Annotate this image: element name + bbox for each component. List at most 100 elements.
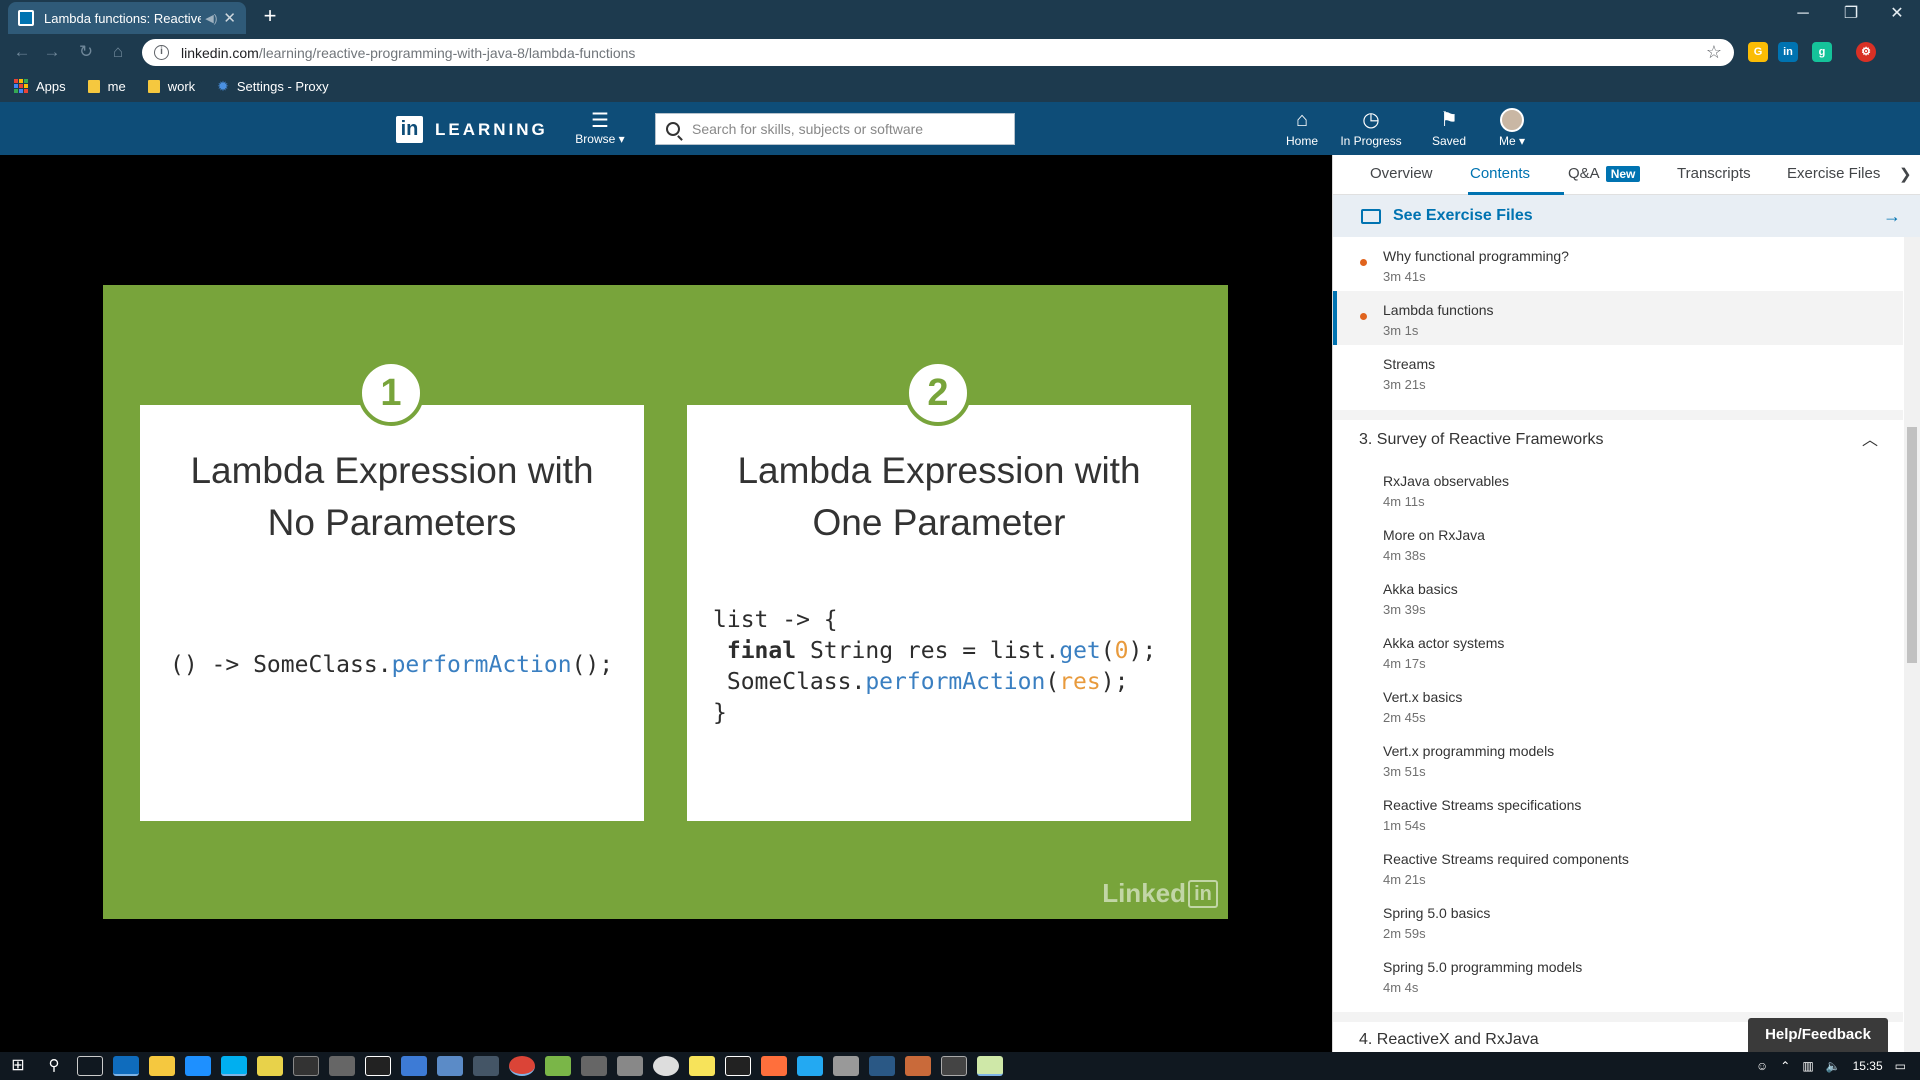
tabs-scroll-right-icon[interactable]: ❯ xyxy=(1899,165,1912,183)
git-icon[interactable] xyxy=(257,1056,283,1076)
tab-exercise-files[interactable]: Exercise Files xyxy=(1787,165,1880,182)
home-icon: ⌂ xyxy=(1295,109,1309,131)
vscode-icon[interactable] xyxy=(797,1056,823,1076)
app-icon[interactable] xyxy=(473,1056,499,1076)
code-line: } xyxy=(713,700,727,726)
app-icon[interactable] xyxy=(401,1056,427,1076)
video-title: Reactive Streams required components xyxy=(1383,851,1629,867)
bookmark-apps[interactable]: Apps xyxy=(14,79,66,94)
home-browser-icon[interactable]: ⌂ xyxy=(106,40,130,64)
windows-start-icon[interactable]: ⊞ xyxy=(5,1056,31,1076)
app-icon[interactable] xyxy=(617,1056,643,1076)
video-item[interactable]: Vert.x basics 2m 45s xyxy=(1333,678,1903,732)
app-icon[interactable] xyxy=(581,1056,607,1076)
outlook-icon[interactable] xyxy=(113,1056,139,1076)
video-item[interactable]: Akka basics 3m 39s xyxy=(1333,570,1903,624)
volume-icon[interactable]: 🔈 xyxy=(1826,1059,1841,1073)
chrome-icon[interactable] xyxy=(509,1056,535,1076)
video-item[interactable]: RxJava observables 4m 11s xyxy=(1333,462,1903,516)
scrollbar-thumb[interactable] xyxy=(1907,427,1917,663)
video-item[interactable]: Spring 5.0 programming models 4m 4s xyxy=(1333,948,1903,1002)
app-icon[interactable] xyxy=(545,1056,571,1076)
search-taskbar-icon[interactable]: ⚲ xyxy=(41,1056,67,1076)
app-icon[interactable] xyxy=(761,1056,787,1076)
notepad-icon[interactable] xyxy=(977,1056,1003,1076)
app-icon[interactable] xyxy=(905,1056,931,1076)
folder-open-icon xyxy=(1361,208,1381,224)
bookmark-settings-proxy[interactable]: ✹ Settings - Proxy xyxy=(217,78,329,95)
tab-transcripts[interactable]: Transcripts xyxy=(1677,165,1751,182)
chapter-heading[interactable]: 3. Survey of Reactive Frameworks xyxy=(1359,431,1604,449)
nav-me[interactable]: Me ▾ xyxy=(1487,108,1537,148)
linkedin-learning-logo[interactable]: in LEARNING xyxy=(396,116,548,143)
close-tab-icon[interactable]: ✕ xyxy=(223,9,236,27)
internet-explorer-icon[interactable] xyxy=(185,1056,211,1076)
back-icon[interactable]: ← xyxy=(10,40,34,64)
video-item[interactable]: Reactive Streams required components 4m … xyxy=(1333,840,1903,894)
browse-menu-button[interactable]: ☰ Browse ▾ xyxy=(572,110,628,146)
see-exercise-files-link[interactable]: See Exercise Files → xyxy=(1333,195,1920,237)
intellij-icon[interactable] xyxy=(365,1056,391,1076)
search-input[interactable]: Search for skills, subjects or software xyxy=(655,113,1015,145)
forward-icon[interactable]: → xyxy=(40,40,64,64)
video-item-current[interactable]: Lambda functions 3m 1s xyxy=(1333,291,1903,345)
bookmark-work[interactable]: work xyxy=(147,79,195,94)
app-icon[interactable] xyxy=(653,1056,679,1076)
network-icon[interactable]: ▥ xyxy=(1802,1059,1813,1073)
tab-qa[interactable]: Q&A New xyxy=(1568,165,1641,182)
video-player[interactable]: Lambda Expression with No Parameters () … xyxy=(0,155,1332,1052)
nav-saved[interactable]: ⚑ Saved xyxy=(1424,108,1474,148)
address-bar[interactable]: i linkedin.com/learning/reactive-program… xyxy=(142,39,1734,66)
extension-linkedin-icon[interactable]: in xyxy=(1778,42,1798,62)
file-explorer-icon[interactable] xyxy=(149,1056,175,1076)
video-title: Reactive Streams specifications xyxy=(1383,797,1582,813)
tab-contents[interactable]: Contents xyxy=(1470,165,1530,182)
close-window-icon[interactable]: ✕ xyxy=(1874,0,1920,30)
reload-icon[interactable]: ↻ xyxy=(74,40,98,64)
video-item[interactable]: Spring 5.0 basics 2m 59s xyxy=(1333,894,1903,948)
app-icon[interactable] xyxy=(329,1056,355,1076)
video-duration: 3m 39s xyxy=(1383,602,1426,617)
app-icon[interactable] xyxy=(725,1056,751,1076)
new-tab-button[interactable]: + xyxy=(258,4,282,28)
restore-window-icon[interactable]: ❐ xyxy=(1828,0,1874,30)
folder-icon xyxy=(87,79,100,93)
site-info-icon[interactable]: i xyxy=(154,45,169,60)
video-item[interactable]: Akka actor systems 4m 17s xyxy=(1333,624,1903,678)
terminal-icon[interactable] xyxy=(293,1056,319,1076)
sidebar-scrollbar[interactable] xyxy=(1904,237,1920,1052)
mute-tab-icon[interactable]: ◀) xyxy=(205,12,217,25)
notifications-icon[interactable]: ▭ xyxy=(1895,1059,1906,1073)
bookmark-label: me xyxy=(107,78,126,94)
task-view-icon[interactable] xyxy=(77,1056,103,1076)
virtualbox-icon[interactable] xyxy=(437,1056,463,1076)
sticky-notes-icon[interactable] xyxy=(689,1056,715,1076)
help-feedback-button[interactable]: Help/Feedback xyxy=(1748,1018,1888,1052)
video-item[interactable]: Vert.x programming models 3m 51s xyxy=(1333,732,1903,786)
code-method: get xyxy=(1059,638,1101,664)
show-hidden-icons-icon[interactable]: ⌃ xyxy=(1780,1059,1790,1073)
video-duration: 3m 51s xyxy=(1383,764,1426,779)
video-item[interactable]: Streams 3m 21s xyxy=(1333,345,1903,399)
app-icon[interactable] xyxy=(941,1056,967,1076)
extension-google-icon[interactable]: G xyxy=(1748,42,1768,62)
chevron-up-icon[interactable]: ︿ xyxy=(1862,426,1878,450)
extension-profile-icon[interactable]: ⚙ xyxy=(1856,42,1876,62)
app-icon[interactable] xyxy=(869,1056,895,1076)
browser-tab[interactable]: Lambda functions: Reactive P ◀) ✕ xyxy=(8,2,246,34)
video-item[interactable]: Why functional programming? 3m 41s xyxy=(1333,237,1903,291)
nav-home[interactable]: ⌂ Home xyxy=(1277,108,1327,148)
skype-icon[interactable] xyxy=(221,1056,247,1076)
video-item[interactable]: Reactive Streams specifications 1m 54s xyxy=(1333,786,1903,840)
tab-overview[interactable]: Overview xyxy=(1370,165,1433,182)
app-icon[interactable] xyxy=(833,1056,859,1076)
nav-in-progress[interactable]: ◷ In Progress xyxy=(1336,108,1406,148)
bookmark-star-icon[interactable]: ☆ xyxy=(1706,42,1722,63)
people-icon[interactable]: ☺ xyxy=(1756,1059,1768,1073)
bookmark-me[interactable]: me xyxy=(87,78,126,94)
extension-grammarly-icon[interactable]: g xyxy=(1812,42,1832,62)
clock-time[interactable]: 15:35 xyxy=(1853,1059,1883,1073)
minimize-window-icon[interactable]: ─ xyxy=(1780,0,1826,30)
chapter-heading[interactable]: 4. ReactiveX and RxJava xyxy=(1359,1031,1539,1049)
video-item[interactable]: More on RxJava 4m 38s xyxy=(1333,516,1903,570)
